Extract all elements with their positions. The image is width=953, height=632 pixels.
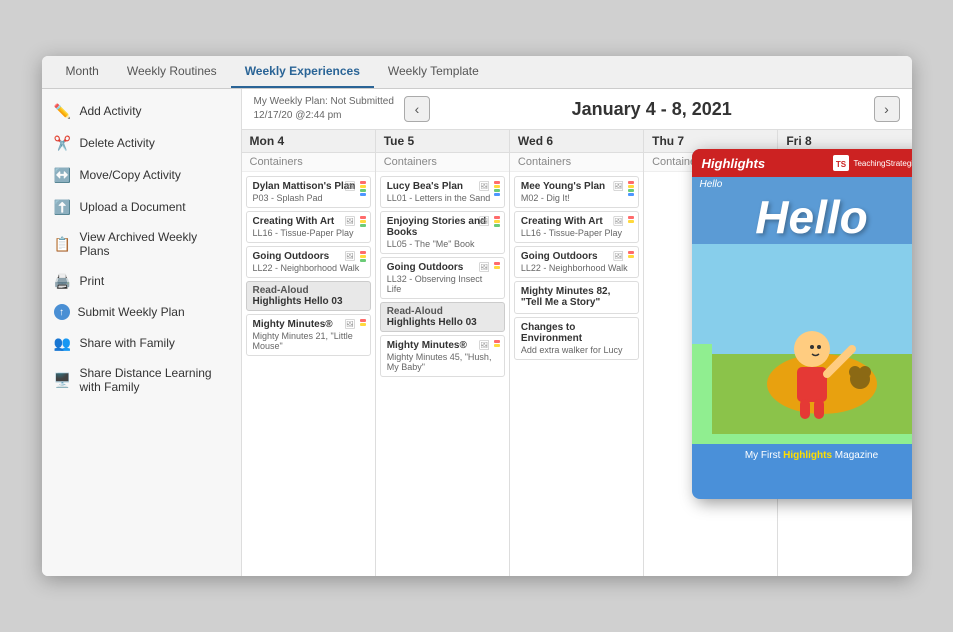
- sidebar-item-move-copy[interactable]: ↔️ Move/Copy Activity: [42, 159, 241, 191]
- activity-card[interactable]: Going Outdoors LL22 - Neighborhood Walk …: [246, 246, 371, 278]
- activity-card[interactable]: Going Outdoors LL32 - Observing Insect L…: [380, 257, 505, 299]
- print-icon: 🖨️: [54, 272, 72, 290]
- ts-logo-icon: TS: [833, 155, 849, 171]
- sidebar-item-share-family-label: Share with Family: [80, 336, 175, 350]
- activity-card[interactable]: Lucy Bea's Plan LL01 - Letters in the Sa…: [380, 176, 505, 208]
- sidebar-item-archived[interactable]: 📋 View Archived Weekly Plans: [42, 223, 241, 265]
- sidebar-item-share-distance[interactable]: 🖥️ Share Distance Learning with Family: [42, 359, 241, 401]
- activity-card-mighty2[interactable]: Mighty Minutes 82, "Tell Me a Story": [514, 281, 639, 314]
- activity-card-mighty[interactable]: Mighty Minutes® Mighty Minutes 21, "Litt…: [246, 314, 371, 356]
- day-section-mon: Containers: [242, 153, 375, 172]
- tab-weekly-experiences[interactable]: Weekly Experiences: [231, 56, 374, 88]
- sidebar-item-delete-activity[interactable]: ✂️ Delete Activity: [42, 127, 241, 159]
- next-arrow[interactable]: ›: [874, 96, 900, 122]
- day-column-wed: Wed 6 Containers Mee Young's Plan M02 - …: [510, 130, 644, 576]
- activity-card[interactable]: Creating With Art LL16 - Tissue-Paper Pl…: [514, 211, 639, 243]
- sidebar-item-archived-label: View Archived Weekly Plans: [80, 230, 229, 258]
- card-image-icon: 🖼: [613, 181, 624, 192]
- sidebar-item-submit[interactable]: ↑ Submit Weekly Plan: [42, 297, 241, 327]
- day-section-tue: Containers: [376, 153, 509, 172]
- content-area: My Weekly Plan: Not Submitted 12/17/20 @…: [242, 89, 912, 576]
- card-image-icon: 🖼: [478, 216, 489, 227]
- tab-weekly-template[interactable]: Weekly Template: [374, 56, 493, 88]
- magazine-scene-svg: [712, 254, 912, 434]
- sidebar: ✏️ Add Activity ✂️ Delete Activity ↔️ Mo…: [42, 89, 242, 576]
- ts-label: TeachingStrategies: [853, 159, 911, 168]
- share-distance-icon: 🖥️: [54, 371, 72, 389]
- activity-card[interactable]: Dylan Mattison's Plan P03 - Splash Pad 🖼: [246, 176, 371, 208]
- activity-card-changes[interactable]: Changes to Environment Add extra walker …: [514, 317, 639, 360]
- activity-card-mighty[interactable]: Mighty Minutes® Mighty Minutes 45, "Hush…: [380, 335, 505, 377]
- card-image-icon: 🖼: [613, 251, 624, 262]
- magazine-overlay: Highlights TS TeachingStrategies Hello H…: [692, 149, 912, 499]
- activity-card[interactable]: Mee Young's Plan M02 - Dig It! 🖼: [514, 176, 639, 208]
- sidebar-item-share-distance-label: Share Distance Learning with Family: [80, 366, 229, 394]
- card-image-icon: 🖼: [344, 216, 355, 227]
- date-range: January 4 - 8, 2021: [440, 99, 864, 120]
- sidebar-item-share-family[interactable]: 👥 Share with Family: [42, 327, 241, 359]
- magazine-hello: Hello: [700, 190, 912, 244]
- sidebar-item-delete-activity-label: Delete Activity: [80, 136, 155, 150]
- day-content-wed: Mee Young's Plan M02 - Dig It! 🖼: [510, 172, 643, 576]
- svg-text:TS: TS: [836, 160, 847, 169]
- activity-card[interactable]: Going Outdoors LL22 - Neighborhood Walk …: [514, 246, 639, 278]
- activity-card-read-aloud[interactable]: Read-Aloud Highlights Hello 03: [380, 302, 505, 332]
- plan-status: My Weekly Plan: Not Submitted 12/17/20 @…: [254, 95, 394, 123]
- day-content-tue: Lucy Bea's Plan LL01 - Letters in the Sa…: [376, 172, 509, 576]
- magazine-footer: My First Highlights Magazine: [692, 444, 912, 467]
- sidebar-item-add-activity[interactable]: ✏️ Add Activity: [42, 95, 241, 127]
- sidebar-item-add-activity-label: Add Activity: [80, 104, 142, 118]
- card-image-icon: 🖼: [478, 181, 489, 192]
- submit-icon: ↑: [54, 304, 70, 320]
- prev-arrow[interactable]: ‹: [404, 96, 430, 122]
- card-image-icon: 🖼: [344, 181, 355, 192]
- magazine-header: Highlights TS TeachingStrategies: [692, 149, 912, 177]
- app-container: Month Weekly Routines Weekly Experiences…: [42, 56, 912, 576]
- card-image-icon: 🖼: [344, 251, 355, 262]
- main-layout: ✏️ Add Activity ✂️ Delete Activity ↔️ Mo…: [42, 89, 912, 576]
- card-image-icon: 🖼: [344, 319, 355, 330]
- top-nav: Month Weekly Routines Weekly Experiences…: [42, 56, 912, 89]
- day-column-mon: Mon 4 Containers Dylan Mattison's Plan P…: [242, 130, 376, 576]
- activity-card[interactable]: Enjoying Stories and Books LL05 - The "M…: [380, 211, 505, 254]
- sidebar-item-submit-label: Submit Weekly Plan: [78, 305, 185, 319]
- sidebar-item-upload[interactable]: ⬆️ Upload a Document: [42, 191, 241, 223]
- tab-weekly-routines[interactable]: Weekly Routines: [113, 56, 231, 88]
- delete-activity-icon: ✂️: [54, 134, 72, 152]
- day-section-wed: Containers: [510, 153, 643, 172]
- highlights-logo: Highlights: [702, 156, 766, 171]
- day-header-tue: Tue 5: [376, 130, 509, 153]
- plan-header: My Weekly Plan: Not Submitted 12/17/20 @…: [242, 89, 912, 130]
- archived-icon: 📋: [54, 235, 72, 253]
- card-image-icon: 🖼: [478, 340, 489, 351]
- add-activity-icon: ✏️: [54, 102, 72, 120]
- activity-card-read-aloud[interactable]: Read-Aloud Highlights Hello 03: [246, 281, 371, 311]
- move-copy-icon: ↔️: [54, 166, 72, 184]
- magazine-scene: [692, 244, 912, 444]
- sidebar-item-move-copy-label: Move/Copy Activity: [80, 168, 181, 182]
- magazine-image: Highlights TS TeachingStrategies Hello H…: [692, 149, 912, 499]
- sidebar-item-print[interactable]: 🖨️ Print: [42, 265, 241, 297]
- card-image-icon: 🖼: [478, 262, 489, 273]
- sidebar-item-upload-label: Upload a Document: [80, 200, 186, 214]
- tab-month[interactable]: Month: [52, 56, 113, 88]
- upload-icon: ⬆️: [54, 198, 72, 216]
- day-column-tue: Tue 5 Containers Lucy Bea's Plan LL01 - …: [376, 130, 510, 576]
- day-header-mon: Mon 4: [242, 130, 375, 153]
- day-content-mon: Dylan Mattison's Plan P03 - Splash Pad 🖼: [242, 172, 375, 576]
- card-image-icon: 🖼: [613, 216, 624, 227]
- day-header-wed: Wed 6: [510, 130, 643, 153]
- share-family-icon: 👥: [54, 334, 72, 352]
- sidebar-item-print-label: Print: [80, 274, 105, 288]
- activity-card[interactable]: Creating With Art LL16 - Tissue-Paper Pl…: [246, 211, 371, 243]
